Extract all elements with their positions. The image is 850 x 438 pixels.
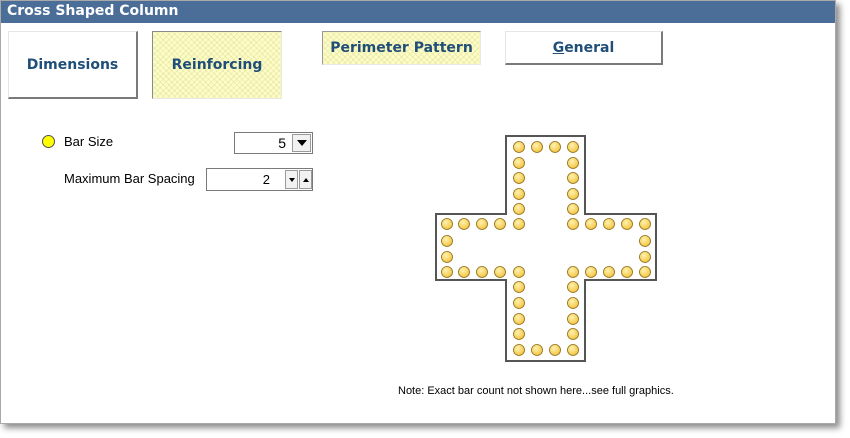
dropdown-button[interactable]: [292, 134, 311, 152]
rebar-dot: [513, 218, 525, 230]
tab-perimeter-pattern-label: Perimeter Pattern: [330, 40, 473, 56]
chevron-down-icon: [296, 140, 307, 146]
rebar-dot: [494, 218, 506, 230]
rebar-dot: [567, 281, 579, 293]
rebar-dot: [494, 266, 506, 278]
rebar-dot: [476, 218, 488, 230]
window-title: Cross Shaped Column: [7, 3, 179, 19]
decrement-button[interactable]: [285, 170, 298, 189]
selected-row-indicator-icon: [42, 135, 55, 148]
rebar-dot: [549, 141, 561, 153]
arrow-up-icon: [302, 177, 309, 182]
bar-size-label: Bar Size: [64, 134, 114, 149]
rebar-dot: [639, 218, 651, 230]
rebar-dot: [513, 157, 525, 169]
rebar-dot: [549, 344, 561, 356]
rebar-dot: [567, 157, 579, 169]
rebar-dot: [621, 218, 633, 230]
rebar-dot: [567, 313, 579, 325]
tab-general-mnemonic: G: [552, 39, 565, 56]
rebar-dot: [458, 218, 470, 230]
tab-reinforcing[interactable]: Reinforcing: [152, 31, 282, 99]
rebar-dot: [441, 218, 453, 230]
rebar-dot: [513, 297, 525, 309]
tab-general-rest: eneral: [564, 39, 615, 56]
rebar-dot: [513, 344, 525, 356]
rebar-dot: [567, 266, 579, 278]
rebar-dot: [567, 203, 579, 215]
max-bar-spacing-label: Maximum Bar Spacing: [64, 171, 195, 186]
rebar-dot: [621, 266, 633, 278]
rebar-dot: [639, 266, 651, 278]
rebar-dot: [639, 235, 651, 247]
rebar-dot: [513, 141, 525, 153]
max-bar-spacing-value: 2: [262, 172, 270, 187]
rebar-dot: [585, 218, 597, 230]
cross-column-graphic: [435, 135, 657, 362]
rebar-dot: [513, 313, 525, 325]
rebar-dot: [639, 251, 651, 263]
rebar-dot: [441, 266, 453, 278]
max-bar-spacing-stepper[interactable]: 2: [206, 168, 313, 191]
tab-dimensions[interactable]: Dimensions: [8, 31, 138, 99]
rebar-dot: [513, 188, 525, 200]
rebar-dot: [476, 266, 488, 278]
rebar-dot: [567, 328, 579, 340]
tab-perimeter-pattern[interactable]: Perimeter Pattern: [322, 31, 481, 65]
increment-button[interactable]: [299, 170, 312, 189]
rebar-dot: [603, 266, 615, 278]
rebar-dot: [567, 344, 579, 356]
rebar-dot: [531, 141, 543, 153]
rebar-dot: [513, 328, 525, 340]
rebar-dot: [567, 188, 579, 200]
dialog-window: Cross Shaped Column Dimensions Reinforci…: [0, 0, 836, 424]
rebar-dot: [567, 172, 579, 184]
tab-general[interactable]: General: [505, 31, 663, 65]
rebar-dot: [603, 218, 615, 230]
title-bar: Cross Shaped Column: [1, 1, 835, 23]
tab-dimensions-label: Dimensions: [26, 56, 119, 73]
rebar-dot: [441, 235, 453, 247]
rebar-dot: [513, 266, 525, 278]
rebar-dot: [567, 297, 579, 309]
tab-general-label: General: [553, 40, 615, 56]
note-text: Note: Exact bar count not shown here...s…: [398, 385, 674, 397]
cross-outline: [435, 135, 657, 362]
bar-size-dropdown[interactable]: 5: [234, 132, 313, 154]
rebar-dot: [531, 344, 543, 356]
tab-reinforcing-label: Reinforcing: [171, 57, 263, 73]
rebar-dot: [585, 266, 597, 278]
bar-size-value: 5: [278, 135, 286, 151]
rebar-dot: [513, 281, 525, 293]
rebar-dot: [441, 251, 453, 263]
arrow-down-icon: [288, 177, 295, 182]
rebar-dot: [567, 141, 579, 153]
rebar-dot: [458, 266, 470, 278]
rebar-dot: [513, 203, 525, 215]
rebar-dot: [513, 172, 525, 184]
rebar-dot: [567, 218, 579, 230]
